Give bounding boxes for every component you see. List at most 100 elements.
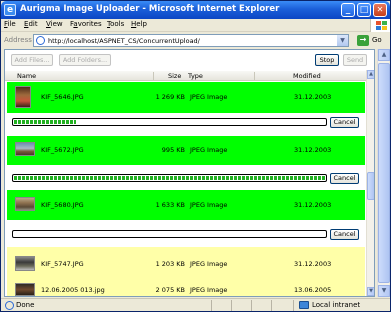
scroll-up-icon[interactable]: ▲ xyxy=(367,70,374,79)
file-modified: 31.12.2003 xyxy=(294,201,332,209)
status-divider xyxy=(293,300,294,311)
security-zone: Local intranet xyxy=(312,301,361,309)
page-scroll-up-icon[interactable]: ▲ xyxy=(378,49,390,61)
file-type: JPEG Image xyxy=(190,93,228,101)
cancel-button[interactable]: Cancel xyxy=(330,173,359,184)
browser-window: e Aurigma Image Uploader - Microsoft Int… xyxy=(0,0,391,312)
upload-progress-bar xyxy=(12,230,327,238)
file-list-scrollbar[interactable]: ▲ ▼ xyxy=(366,70,374,296)
page-done-icon xyxy=(5,301,14,310)
menu-bar: File Edit View Favorites Tools Help xyxy=(1,19,390,32)
file-size: 1 269 KB xyxy=(155,93,185,101)
status-divider xyxy=(231,300,232,311)
uploader-toolbar: Add Files... Add Folders... Stop Send xyxy=(5,50,374,70)
cancel-button[interactable]: Cancel xyxy=(330,117,359,128)
file-type: JPEG Image xyxy=(190,286,228,294)
column-size[interactable]: Size xyxy=(168,72,181,80)
file-name: KIF_5680.JPG xyxy=(41,201,84,209)
scroll-down-icon[interactable]: ▼ xyxy=(367,287,374,296)
status-divider xyxy=(271,300,272,311)
menu-edit-label: dit xyxy=(28,20,38,28)
ie-page-icon xyxy=(36,36,45,45)
column-modified[interactable]: Modified xyxy=(293,72,321,80)
column-separator[interactable] xyxy=(153,72,154,80)
file-row[interactable]: KIF_5747.JPG 1 203 KB JPEG Image 31.12.2… xyxy=(7,247,365,278)
address-input[interactable]: http://localhost/ASPNET_CS/ConcurrentUpl… xyxy=(33,34,349,47)
logo-yellow xyxy=(382,26,387,30)
logo-red xyxy=(376,21,381,25)
file-row[interactable]: KIF_5680.JPG 1 633 KB JPEG Image 31.12.2… xyxy=(7,190,365,220)
status-bar: Done Local intranet xyxy=(1,298,390,311)
file-type: JPEG Image xyxy=(190,260,228,268)
progress-fill xyxy=(14,176,325,180)
file-size: 1 203 KB xyxy=(155,260,185,268)
menu-favorites-label: vorites xyxy=(77,20,102,28)
stop-button[interactable]: Stop xyxy=(315,54,339,66)
menu-view[interactable]: View xyxy=(46,20,63,28)
menu-favorites[interactable]: Favorites xyxy=(70,20,102,28)
menu-help-label: elp xyxy=(136,20,147,28)
add-folders-button[interactable]: Add Folders... xyxy=(59,54,111,66)
page-scroll-down-icon[interactable]: ▼ xyxy=(378,285,390,297)
local-intranet-icon xyxy=(299,301,309,309)
logo-green xyxy=(382,21,387,25)
go-button-label[interactable]: Go xyxy=(372,36,382,44)
file-modified: 31.12.2003 xyxy=(294,93,332,101)
send-button[interactable]: Send xyxy=(343,54,367,66)
column-name[interactable]: Name xyxy=(17,72,36,80)
logo-blue xyxy=(376,26,381,30)
go-arrow-icon[interactable]: → xyxy=(357,35,369,46)
menu-file[interactable]: File xyxy=(4,20,16,28)
windows-logo-icon xyxy=(370,19,390,32)
menu-file-label: ile xyxy=(7,20,16,28)
menu-view-label: iew xyxy=(50,20,63,28)
menu-tools[interactable]: Tools xyxy=(107,20,124,28)
file-thumbnail xyxy=(15,197,35,211)
upload-progress-bar xyxy=(12,174,327,182)
file-thumbnail xyxy=(15,283,35,296)
file-modified: 13.06.2005 xyxy=(294,286,332,294)
file-size: 2 075 KB xyxy=(155,286,185,294)
file-row[interactable]: 12.06.2005 013.jpg 2 075 KB JPEG Image 1… xyxy=(7,278,365,296)
file-type: JPEG Image xyxy=(190,146,228,154)
file-name: KIF_5672.JPG xyxy=(41,146,84,154)
close-button[interactable]: ✕ xyxy=(373,3,387,17)
upload-progress-bar xyxy=(12,118,327,126)
file-name: KIF_5747.JPG xyxy=(41,260,84,268)
file-thumbnail xyxy=(15,142,35,156)
window-title: Aurigma Image Uploader - Microsoft Inter… xyxy=(20,4,280,14)
file-modified: 31.12.2003 xyxy=(294,146,332,154)
file-row[interactable]: KIF_5646.JPG 1 269 KB JPEG Image 31.12.2… xyxy=(7,82,365,113)
uploader-control: Add Files... Add Folders... Stop Send Na… xyxy=(4,49,375,297)
address-bar: Address http://localhost/ASPNET_CS/Concu… xyxy=(1,33,390,48)
page-scrollbar[interactable]: ▲ ▼ xyxy=(377,49,390,297)
file-list-header: Name Size Type Modified xyxy=(5,71,374,81)
minimize-button[interactable]: _ xyxy=(341,3,355,17)
ie-app-icon: e xyxy=(4,4,16,16)
page-scroll-thumb[interactable] xyxy=(378,63,390,283)
file-row[interactable]: KIF_5672.JPG 995 KB JPEG Image 31.12.200… xyxy=(7,136,365,165)
file-type: JPEG Image xyxy=(190,201,228,209)
file-thumbnail xyxy=(15,86,31,108)
status-text: Done xyxy=(16,301,35,309)
add-files-button[interactable]: Add Files... xyxy=(11,54,53,66)
scroll-thumb[interactable] xyxy=(367,172,374,200)
title-bar[interactable]: e Aurigma Image Uploader - Microsoft Int… xyxy=(1,1,390,19)
file-name: KIF_5646.JPG xyxy=(41,93,84,101)
cancel-button[interactable]: Cancel xyxy=(330,229,359,240)
column-separator[interactable] xyxy=(254,72,255,80)
file-modified: 31.12.2003 xyxy=(294,260,332,268)
address-url: http://localhost/ASPNET_CS/ConcurrentUpl… xyxy=(48,37,200,45)
address-dropdown-icon[interactable]: ▼ xyxy=(337,35,348,46)
file-thumbnail xyxy=(15,256,35,271)
menu-edit[interactable]: Edit xyxy=(24,20,38,28)
column-type[interactable]: Type xyxy=(188,72,203,80)
menu-help[interactable]: Help xyxy=(131,20,147,28)
file-size: 995 KB xyxy=(161,146,185,154)
menu-tools-label: ools xyxy=(110,20,125,28)
progress-fill xyxy=(14,120,77,124)
address-label: Address xyxy=(4,36,32,44)
file-size: 1 633 KB xyxy=(155,201,185,209)
maximize-button[interactable]: □ xyxy=(357,3,371,17)
status-divider xyxy=(211,300,212,311)
